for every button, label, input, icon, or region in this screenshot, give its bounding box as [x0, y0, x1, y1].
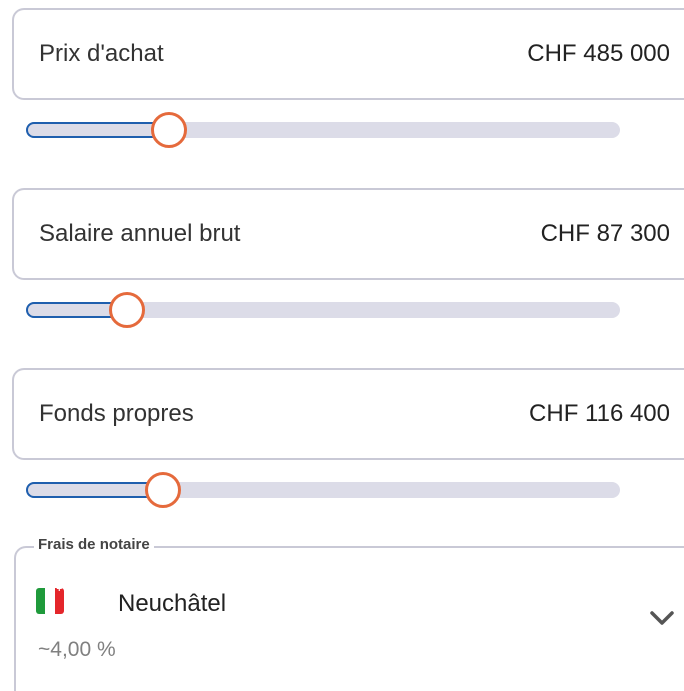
- gross-salary-field[interactable]: Salaire annuel brut CHF 87 300: [12, 188, 684, 280]
- equity-value[interactable]: CHF 116 400: [529, 400, 670, 428]
- notary-fees-legend: Frais de notaire: [34, 536, 154, 553]
- neuchatel-flag-icon: [36, 588, 64, 614]
- slider-fill: [26, 482, 163, 498]
- purchase-price-slider[interactable]: [26, 112, 620, 148]
- notary-rate: ~4,00 %: [38, 638, 116, 661]
- gross-salary-slider[interactable]: [26, 292, 620, 328]
- gross-salary-value[interactable]: CHF 87 300: [541, 220, 670, 248]
- slider-thumb[interactable]: [144, 472, 181, 508]
- slider-thumb[interactable]: [150, 112, 187, 148]
- notary-fees-select[interactable]: [14, 546, 684, 691]
- equity-label: Fonds propres: [39, 400, 194, 427]
- canton-name: Neuchâtel: [118, 590, 227, 617]
- equity-field[interactable]: Fonds propres CHF 116 400: [12, 368, 684, 460]
- gross-salary-label: Salaire annuel brut: [39, 220, 241, 247]
- purchase-price-value[interactable]: CHF 485 000: [527, 40, 670, 68]
- equity-slider[interactable]: [26, 472, 620, 508]
- slider-fill: [26, 122, 169, 138]
- purchase-price-label: Prix d'achat: [39, 40, 164, 67]
- purchase-price-field[interactable]: Prix d'achat CHF 485 000: [12, 8, 684, 100]
- chevron-down-icon[interactable]: [648, 608, 676, 628]
- slider-thumb[interactable]: [108, 292, 145, 328]
